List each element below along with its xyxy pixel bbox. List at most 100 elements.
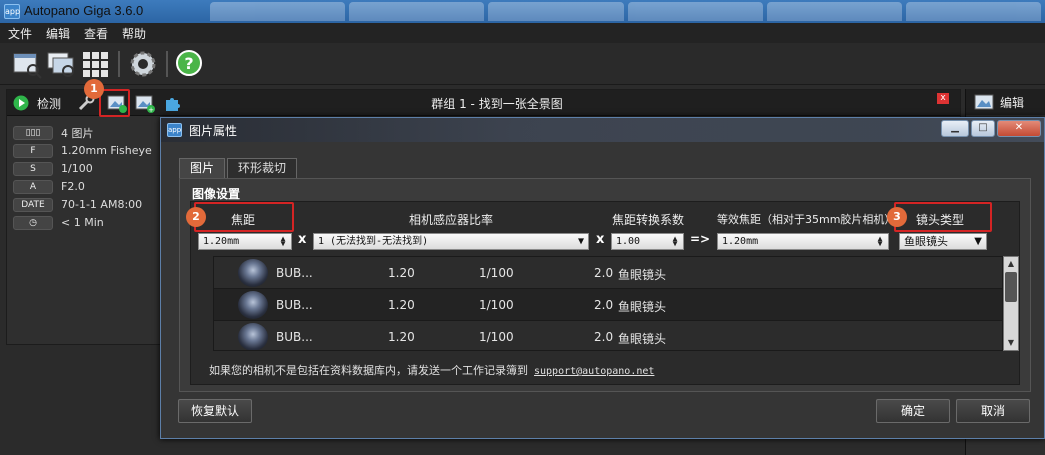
reset-defaults-button[interactable]: 恢复默认	[178, 399, 252, 423]
svg-text:+: +	[148, 106, 154, 113]
main-toolbar: ?	[0, 43, 1045, 85]
scrollbar-thumb[interactable]	[1005, 272, 1017, 302]
support-email-link[interactable]: support@autopano.net	[534, 366, 654, 377]
ok-button[interactable]: 确定	[876, 399, 950, 423]
background-tab	[349, 2, 485, 21]
cell-lens: 鱼眼镜头	[618, 300, 667, 314]
highlight-box-lens	[894, 202, 992, 232]
grid-detect-icon[interactable]	[80, 49, 110, 79]
play-icon[interactable]	[13, 95, 29, 111]
info-value: F2.0	[61, 180, 85, 193]
list-scrollbar[interactable]: ▲ ▼	[1003, 256, 1019, 351]
table-row[interactable]: BUB... 1.20 1/100 2.0 鱼眼镜头	[214, 321, 1002, 350]
conversion-factor-value: 1.00	[616, 236, 641, 247]
info-value: 1.20mm Fisheye	[61, 144, 152, 157]
conversion-factor-input[interactable]: 1.00 ▲ ▼	[611, 233, 684, 250]
toolbar-separator	[118, 51, 120, 77]
background-tab	[488, 2, 624, 21]
cell-name: BUB...	[276, 298, 313, 312]
menu-help[interactable]: 帮助	[122, 25, 146, 42]
maximize-icon[interactable]: □	[971, 120, 995, 137]
scroll-down-icon[interactable]: ▼	[1005, 337, 1017, 349]
equals-arrow: =>	[690, 232, 711, 246]
dialog-app-icon: app	[167, 123, 182, 137]
cell-shutter: 1/100	[479, 266, 514, 280]
detect-label[interactable]: 检测	[37, 95, 61, 112]
add-image-icon[interactable]: +	[135, 93, 155, 113]
menu-bar: 文件 编辑 查看 帮助	[0, 23, 1045, 43]
dialog-titlebar: app 图片属性 ▁ □ ✕	[161, 118, 1044, 142]
highlight-box-focal	[194, 202, 294, 232]
cell-lens: 鱼眼镜头	[618, 268, 667, 282]
cancel-button[interactable]: 取消	[956, 399, 1030, 423]
menu-edit[interactable]: 编辑	[46, 25, 70, 42]
toolbar-separator	[166, 51, 168, 77]
factor-header: 焦距转换系数	[612, 213, 685, 227]
minimize-icon[interactable]: ▁	[941, 120, 969, 137]
step-badge-2: 2	[186, 207, 206, 227]
cell-shutter: 1/100	[479, 298, 514, 312]
edit-label[interactable]: 编辑	[1000, 94, 1024, 111]
info-badge: S	[13, 161, 53, 176]
info-value: 4 图片	[61, 126, 94, 140]
focal-length-input[interactable]: 1.20mm ▲ ▼	[198, 233, 292, 250]
window-title: Autopano Giga 3.6.0	[24, 3, 144, 18]
scroll-up-icon[interactable]: ▲	[1005, 258, 1017, 270]
sensor-ratio-value: 1 (无法找到-无法找到)	[318, 236, 429, 247]
app-icon: app	[4, 4, 20, 19]
note-text: 如果您的相机不是包括在资料数据库内，请发送一个工作记录簿到	[209, 364, 528, 377]
info-row-date: DATE 70-1-1 AM8:00	[13, 196, 142, 213]
menu-file[interactable]: 文件	[8, 25, 32, 42]
help-icon[interactable]: ?	[174, 49, 204, 79]
info-row-images: ▯▯▯ 4 图片	[13, 124, 94, 141]
focal-length-value: 1.20mm	[203, 236, 240, 247]
edit-image-icon[interactable]	[974, 94, 994, 110]
lens-type-select[interactable]: 鱼眼镜头 ▼	[899, 233, 987, 250]
tab-circular-crop[interactable]: 环形裁切	[227, 158, 298, 178]
settings-gear-icon[interactable]	[128, 49, 158, 79]
cell-aperture: 2.0	[594, 298, 614, 312]
sensor-ratio-select[interactable]: 1 (无法找到-无法找到) ▼	[313, 233, 589, 250]
info-badge: DATE	[13, 197, 53, 212]
tab-image[interactable]: 图片	[179, 158, 226, 178]
image-properties-dialog: app 图片属性 ▁ □ ✕ 图片 环形裁切 图像设置 焦距 相机感应器比率 焦…	[160, 117, 1045, 439]
image-list[interactable]: BUB... 1.20 1/100 2.0 鱼眼镜头 BUB... 1.20 1…	[213, 256, 1003, 351]
info-value: < 1 Min	[61, 216, 104, 229]
open-folder-icon[interactable]	[12, 49, 42, 79]
cell-name: BUB...	[276, 330, 313, 344]
spin-arrows-icon[interactable]: ▲ ▼	[875, 235, 885, 248]
info-badge: F	[13, 143, 53, 158]
group-panel-header: 检测 + 群组 1 - 找到一张全景图 x	[7, 90, 960, 116]
chevron-down-icon[interactable]: ▼	[578, 234, 584, 249]
database-note: 如果您的相机不是包括在资料数据库内，请发送一个工作记录簿到 support@aut…	[209, 362, 654, 378]
spin-arrows-icon[interactable]: ▲ ▼	[278, 235, 288, 248]
search-images-icon[interactable]	[46, 49, 76, 79]
table-row[interactable]: BUB... 1.20 1/100 2.0 鱼眼镜头	[214, 257, 1002, 289]
spin-arrows-icon[interactable]: ▲ ▼	[670, 235, 680, 248]
close-icon[interactable]: ✕	[997, 120, 1041, 137]
clock-icon: ◷	[13, 215, 53, 230]
info-row-time: ◷ < 1 Min	[13, 214, 104, 231]
cell-focal: 1.20	[388, 330, 415, 344]
background-tab	[627, 2, 763, 21]
fisheye-thumbnail	[238, 323, 268, 350]
dialog-tabs: 图片 环形裁切	[179, 158, 299, 178]
equivalent-focal-value: 1.20mm	[722, 236, 759, 247]
step-badge-3: 3	[887, 207, 907, 227]
cell-name: BUB...	[276, 266, 313, 280]
table-row[interactable]: BUB... 1.20 1/100 2.0 鱼眼镜头	[214, 289, 1002, 321]
window-titlebar: app Autopano Giga 3.6.0	[0, 0, 1045, 23]
background-tab	[766, 2, 902, 21]
equivalent-focal-input[interactable]: 1.20mm ▲ ▼	[717, 233, 889, 250]
chevron-down-icon[interactable]: ▼	[974, 234, 982, 249]
cell-focal: 1.20	[388, 298, 415, 312]
step-badge-1: 1	[84, 79, 104, 99]
panel-close-icon[interactable]: x	[937, 93, 949, 104]
fisheye-thumbnail	[238, 259, 268, 287]
cell-aperture: 2.0	[594, 266, 614, 280]
cell-shutter: 1/100	[479, 330, 514, 344]
menu-view[interactable]: 查看	[84, 25, 108, 42]
dialog-title: 图片属性	[189, 124, 238, 138]
puzzle-icon[interactable]	[163, 94, 181, 112]
info-value: 70-1-1 AM8:00	[61, 198, 143, 211]
